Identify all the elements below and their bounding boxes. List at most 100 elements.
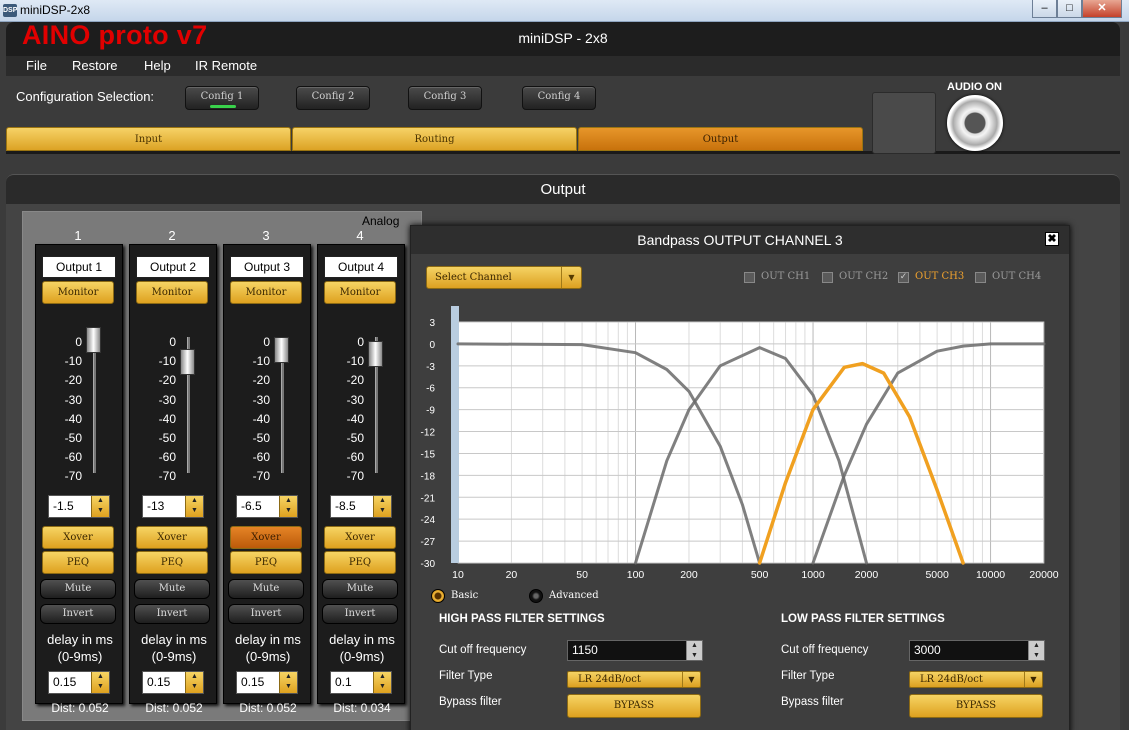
delay-input[interactable]: 0.15 ▲ ▼ bbox=[142, 671, 204, 694]
output-panel-title: Output bbox=[540, 181, 586, 198]
menu-ir-remote[interactable]: IR Remote bbox=[195, 58, 257, 73]
lp-cutoff-input[interactable]: 3000 ▲ ▼ bbox=[909, 640, 1045, 661]
menu-help[interactable]: Help bbox=[144, 58, 171, 73]
y-tick-label: -21 bbox=[421, 493, 436, 504]
channel-strip: Output 4 Monitor 0 -10 -20 -30 -40 -50 -60 -70 -8.… bbox=[317, 244, 405, 715]
gain-input[interactable]: -8.5 ▲ ▼ bbox=[330, 495, 392, 518]
fader-tick-label: -40 bbox=[64, 411, 82, 426]
hp-bypass-button[interactable]: BYPASS bbox=[567, 694, 701, 718]
channel-name[interactable]: Output 2 bbox=[136, 256, 210, 278]
delay-input[interactable]: 0.15 ▲ ▼ bbox=[236, 671, 298, 694]
spinner-icon[interactable]: ▲ ▼ bbox=[1028, 641, 1044, 660]
spinner-icon[interactable]: ▲ ▼ bbox=[185, 496, 203, 517]
hp-bypass-label: Bypass filter bbox=[439, 696, 502, 708]
fader-tick-label: -10 bbox=[158, 354, 176, 369]
hp-cutoff-input[interactable]: 1150 ▲ ▼ bbox=[567, 640, 703, 661]
x-tick-label: 20000 bbox=[1029, 569, 1058, 581]
config-1-button[interactable]: Config 1 bbox=[185, 86, 259, 110]
output-panel-header: Output bbox=[6, 174, 1120, 204]
minimize-button[interactable]: – bbox=[1032, 0, 1057, 18]
fader-tick-label: -40 bbox=[346, 411, 364, 426]
peq-button[interactable]: PEQ bbox=[324, 551, 396, 574]
distance-readout: Dist: 0.052 bbox=[239, 701, 297, 715]
monitor-button[interactable]: Monitor bbox=[230, 281, 302, 304]
spinner-icon[interactable]: ▲ ▼ bbox=[279, 496, 297, 517]
spinner-icon[interactable]: ▲ ▼ bbox=[91, 496, 109, 517]
mute-button[interactable]: Mute bbox=[134, 579, 210, 599]
x-tick-label: 200 bbox=[680, 569, 698, 581]
fader-handle[interactable] bbox=[86, 326, 101, 353]
y-tick-label: -24 bbox=[421, 515, 436, 526]
xover-button[interactable]: Xover bbox=[42, 526, 114, 549]
select-channel-dropdown[interactable]: Select Channel ▼ bbox=[426, 266, 582, 289]
xover-button[interactable]: Xover bbox=[136, 526, 208, 549]
y-tick-label: -15 bbox=[421, 449, 436, 460]
invert-button[interactable]: Invert bbox=[40, 604, 116, 624]
x-tick-label: 50 bbox=[576, 569, 588, 581]
spinner-icon[interactable]: ▲ ▼ bbox=[91, 672, 109, 693]
gain-input[interactable]: -6.5 ▲ ▼ bbox=[236, 495, 298, 518]
tab-output[interactable]: Output bbox=[578, 127, 863, 151]
channel-name[interactable]: Output 1 bbox=[42, 256, 116, 278]
mute-button[interactable]: Mute bbox=[228, 579, 304, 599]
y-tick-label: 0 bbox=[429, 340, 435, 351]
menu-file[interactable]: File bbox=[26, 58, 47, 73]
delay-value: 0.15 bbox=[53, 675, 77, 689]
fader-handle[interactable] bbox=[180, 349, 195, 376]
mute-button[interactable]: Mute bbox=[40, 579, 116, 599]
y-tick-label: -6 bbox=[426, 384, 435, 395]
lp-bypass-button[interactable]: BYPASS bbox=[909, 694, 1043, 718]
monitor-button[interactable]: Monitor bbox=[136, 281, 208, 304]
invert-button[interactable]: Invert bbox=[134, 604, 210, 624]
frequency-response-chart[interactable]: 3 0 -3 -6 -9 -12 -15 -18 -21 -24 -27 -30 10 20 50 100 20… bbox=[411, 301, 1069, 586]
close-icon[interactable]: ✖ bbox=[1045, 232, 1059, 246]
maximize-button[interactable]: □ bbox=[1057, 0, 1082, 18]
y-tick-label: -3 bbox=[426, 362, 435, 373]
mute-button[interactable]: Mute bbox=[322, 579, 398, 599]
spinner-icon[interactable]: ▲ ▼ bbox=[686, 641, 702, 660]
delay-label: delay in ms (0-9ms) bbox=[224, 631, 312, 665]
monitor-button[interactable]: Monitor bbox=[324, 281, 396, 304]
close-window-button[interactable]: ✕ bbox=[1082, 0, 1122, 18]
delay-label-line2: (0-9ms) bbox=[57, 649, 103, 664]
tab-input[interactable]: Input bbox=[6, 127, 291, 151]
out-ch1-label: OUT CH1 bbox=[761, 271, 811, 282]
channel-number: 4 bbox=[356, 228, 364, 243]
delay-input[interactable]: 0.15 ▲ ▼ bbox=[48, 671, 110, 694]
fader-tick-label: -70 bbox=[252, 469, 270, 484]
checkmark-icon: ✓ bbox=[898, 272, 909, 283]
menu-restore[interactable]: Restore bbox=[72, 58, 118, 73]
fader-tick-label: 0 bbox=[75, 335, 82, 349]
gain-input[interactable]: -13 ▲ ▼ bbox=[142, 495, 204, 518]
fader-handle[interactable] bbox=[368, 340, 383, 367]
peq-button[interactable]: PEQ bbox=[42, 551, 114, 574]
xover-button[interactable]: Xover bbox=[230, 526, 302, 549]
peq-button[interactable]: PEQ bbox=[136, 551, 208, 574]
config-3-button[interactable]: Config 3 bbox=[408, 86, 482, 110]
channel-name[interactable]: Output 4 bbox=[324, 256, 398, 278]
fader-handle[interactable] bbox=[274, 336, 289, 363]
delay-input[interactable]: 0.1 ▲ ▼ bbox=[330, 671, 392, 694]
monitor-button[interactable]: Monitor bbox=[42, 281, 114, 304]
speaker-icon[interactable] bbox=[947, 95, 1003, 151]
channel-name[interactable]: Output 3 bbox=[230, 256, 304, 278]
spinner-icon[interactable]: ▲ ▼ bbox=[373, 672, 391, 693]
gain-input[interactable]: -1.5 ▲ ▼ bbox=[48, 495, 110, 518]
hp-cutoff-value: 1150 bbox=[572, 643, 598, 657]
peq-button[interactable]: PEQ bbox=[230, 551, 302, 574]
invert-button[interactable]: Invert bbox=[322, 604, 398, 624]
fader-tick-label: -30 bbox=[64, 392, 82, 407]
config-2-button[interactable]: Config 2 bbox=[296, 86, 370, 110]
spinner-icon[interactable]: ▲ ▼ bbox=[373, 496, 391, 517]
tab-routing[interactable]: Routing bbox=[292, 127, 577, 151]
gain-value: -13 bbox=[147, 499, 165, 513]
spinner-icon[interactable]: ▲ ▼ bbox=[185, 672, 203, 693]
spinner-icon[interactable]: ▲ ▼ bbox=[279, 672, 297, 693]
hp-filter-type-select[interactable]: LR 24dB/oct ▼ bbox=[567, 671, 701, 688]
fader-track[interactable] bbox=[93, 337, 96, 473]
invert-button[interactable]: Invert bbox=[228, 604, 304, 624]
xover-button[interactable]: Xover bbox=[324, 526, 396, 549]
fader-tick-label: -70 bbox=[64, 469, 82, 484]
lp-filter-type-select[interactable]: LR 24dB/oct ▼ bbox=[909, 671, 1043, 688]
config-4-button[interactable]: Config 4 bbox=[522, 86, 596, 110]
